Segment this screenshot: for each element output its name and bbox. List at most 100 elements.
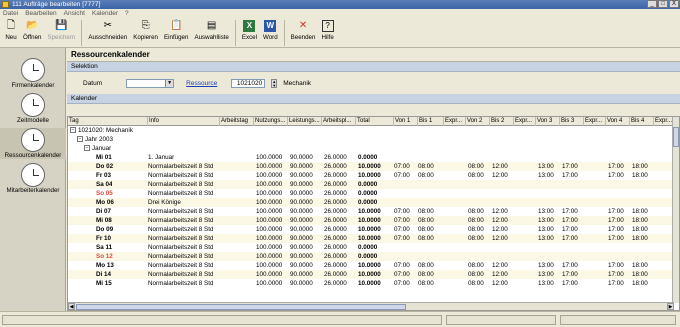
scroll-thumb[interactable] bbox=[76, 304, 406, 310]
day-cell: So 12 bbox=[96, 253, 113, 260]
ressource-spinner[interactable]: ▲ ▼ bbox=[271, 78, 278, 88]
calendar-grid[interactable]: Tag Info Arbeitstag Nutzungs... Leistungs...… bbox=[67, 116, 680, 311]
column-header[interactable]: Tag bbox=[68, 117, 148, 126]
column-header[interactable]: Leistungs... bbox=[288, 117, 322, 126]
status-bar bbox=[0, 311, 680, 327]
scroll-thumb[interactable] bbox=[673, 127, 679, 147]
ressource-link[interactable]: Ressource bbox=[186, 80, 217, 87]
new-document-icon: 🗋 bbox=[6, 20, 16, 31]
total-cell: 10.0000 bbox=[358, 163, 381, 170]
column-header[interactable]: Expr... bbox=[654, 117, 674, 126]
scroll-left-icon[interactable]: ◀ bbox=[68, 303, 75, 310]
maximize-button[interactable]: □ bbox=[658, 0, 668, 8]
grid-header: Tag Info Arbeitstag Nutzungs... Leistungs...… bbox=[68, 117, 674, 126]
table-row[interactable]: Mo 13 Normalarbeitszeit 8 Std 100.0000 90.0… bbox=[68, 261, 674, 270]
column-header[interactable]: Von 2 bbox=[466, 117, 490, 126]
table-row[interactable]: Sa 04 Normalarbeitszeit 8 Std 100.0000 90.0… bbox=[68, 180, 674, 189]
save-disk-button[interactable]: 💾 Speichern bbox=[44, 18, 78, 47]
scroll-right-icon[interactable]: ▶ bbox=[667, 303, 674, 310]
table-row[interactable]: So 12 Normalarbeitszeit 8 Std 100.0000 90.0… bbox=[68, 252, 674, 261]
table-row[interactable]: Mi 01 1. Januar 100.0000 90.0000 26.0000 0.00… bbox=[68, 153, 674, 162]
word-button[interactable]: W Word bbox=[260, 18, 281, 47]
tree-month[interactable]: − Januar bbox=[84, 144, 111, 153]
close-button[interactable]: X bbox=[669, 0, 679, 8]
toolbar-label: Speichern bbox=[47, 34, 76, 41]
day-cell: Mo 13 bbox=[96, 262, 114, 269]
collapse-icon[interactable]: − bbox=[77, 136, 83, 143]
leistungsgrad-cell: 90.0000 bbox=[290, 181, 313, 188]
table-row[interactable]: Sa 11 Normalarbeitszeit 8 Std 100.0000 90.0… bbox=[68, 243, 674, 252]
column-header[interactable]: Nutzungs... bbox=[254, 117, 288, 126]
scissors-button[interactable]: ✂ Ausschneiden bbox=[85, 18, 130, 47]
column-header[interactable]: Arbeitstag bbox=[220, 117, 254, 126]
close-x-button[interactable]: ✕ Beenden bbox=[288, 18, 319, 47]
column-header[interactable]: Von 4 bbox=[606, 117, 630, 126]
info-cell: Normalarbeitszeit 8 Std bbox=[148, 226, 214, 233]
toolbar-label: Neu bbox=[5, 34, 17, 41]
menu-kalender[interactable]: Kalender bbox=[92, 9, 118, 18]
table-row[interactable]: Do 09 Normalarbeitszeit 8 Std 100.0000 90.0… bbox=[68, 225, 674, 234]
von1-cell: 07:00 bbox=[394, 208, 410, 215]
table-row[interactable]: So 05 Normalarbeitszeit 8 Std 100.0000 90.0… bbox=[68, 189, 674, 198]
open-folder-icon: 📂 bbox=[26, 20, 39, 31]
day-cell: Do 09 bbox=[96, 226, 114, 233]
tree-resource[interactable]: −1021020: Mechanik bbox=[70, 126, 133, 135]
column-header[interactable]: Expr... bbox=[444, 117, 466, 126]
table-row[interactable]: Mo 06 Drei Könige 100.0000 90.0000 26.0000 0.… bbox=[68, 198, 674, 207]
table-row[interactable]: Di 14 Normalarbeitszeit 8 Std 100.0000 90.0… bbox=[68, 270, 674, 279]
list-button[interactable]: ▤ Auswahlliste bbox=[191, 18, 231, 47]
collapse-icon[interactable]: − bbox=[70, 127, 76, 134]
column-header[interactable]: Expr... bbox=[514, 117, 536, 126]
column-header[interactable]: Bis 1 bbox=[418, 117, 444, 126]
table-row[interactable]: Mi 08 Normalarbeitszeit 8 Std 100.0000 90.0… bbox=[68, 216, 674, 225]
info-cell: Normalarbeitszeit 8 Std bbox=[148, 280, 214, 287]
chevron-down-icon[interactable]: ▼ bbox=[165, 79, 174, 87]
column-header[interactable]: Expr... bbox=[584, 117, 606, 126]
paste-button[interactable]: 📋 Einfügen bbox=[161, 18, 191, 47]
nutzungsgrad-cell: 100.0000 bbox=[256, 280, 283, 287]
open-folder-button[interactable]: 📂 Öffnen bbox=[20, 18, 44, 47]
column-header[interactable]: Bis 2 bbox=[490, 117, 514, 126]
help-button[interactable]: ? Hilfe bbox=[318, 18, 336, 47]
tree-year[interactable]: − Jahr 2003 bbox=[77, 135, 113, 144]
bis3-cell: 17:00 bbox=[562, 262, 578, 269]
table-row[interactable]: Do 02 Normalarbeitszeit 8 Std 100.0000 90.0… bbox=[68, 162, 674, 171]
sidebar-item-zeitmodelle[interactable]: Zeitmodelle bbox=[0, 93, 66, 124]
table-row[interactable]: Fr 10 Normalarbeitszeit 8 Std 100.0000 90.0… bbox=[68, 234, 674, 243]
table-row[interactable]: Fr 03 Normalarbeitszeit 8 Std 100.0000 90.0… bbox=[68, 171, 674, 180]
bis2-cell: 12:00 bbox=[492, 208, 508, 215]
total-cell: 10.0000 bbox=[358, 208, 381, 215]
collapse-icon[interactable]: − bbox=[84, 145, 90, 152]
copy-button[interactable]: ⎘ Kopieren bbox=[130, 18, 161, 47]
von4-cell: 17:00 bbox=[608, 208, 624, 215]
bis2-cell: 12:00 bbox=[492, 226, 508, 233]
nutzungsgrad-cell: 100.0000 bbox=[256, 271, 283, 278]
datum-combo[interactable]: ▼ bbox=[126, 78, 175, 88]
table-row[interactable]: Mi 15 Normalarbeitszeit 8 Std 100.0000 90.0… bbox=[68, 279, 674, 288]
minimize-button[interactable]: _ bbox=[647, 0, 657, 8]
column-header[interactable]: Bis 3 bbox=[560, 117, 584, 126]
menu-bearbeiten[interactable]: Bearbeiten bbox=[25, 9, 56, 18]
column-header[interactable]: Info bbox=[148, 117, 220, 126]
day-cell: Sa 04 bbox=[96, 181, 113, 188]
menu-help[interactable]: ? bbox=[125, 9, 129, 18]
sidebar-item-firmenkalender[interactable]: Firmenkalender bbox=[0, 58, 66, 89]
leistungsgrad-cell: 90.0000 bbox=[290, 235, 313, 242]
horizontal-scrollbar[interactable]: ◀ ▶ bbox=[68, 302, 674, 310]
new-document-button[interactable]: 🗋 Neu bbox=[2, 18, 20, 47]
column-header[interactable]: Total bbox=[356, 117, 394, 126]
table-row[interactable]: Di 07 Normalarbeitszeit 8 Std 100.0000 90.0… bbox=[68, 207, 674, 216]
vertical-scrollbar[interactable] bbox=[672, 117, 679, 303]
tree-month-label: Januar bbox=[92, 145, 112, 152]
sidebar-item-mitarbeiterkalender[interactable]: Mitarbeiterkalender bbox=[0, 163, 66, 194]
column-header[interactable]: Bis 4 bbox=[630, 117, 654, 126]
menu-ansicht[interactable]: Ansicht bbox=[64, 9, 85, 18]
ressource-input[interactable]: 1021020 bbox=[231, 78, 266, 88]
von1-cell: 07:00 bbox=[394, 163, 410, 170]
sidebar-item-ressourcenkalender[interactable]: Ressourcenkalender bbox=[0, 128, 66, 159]
column-header[interactable]: Von 1 bbox=[394, 117, 418, 126]
menu-datei[interactable]: Datei bbox=[3, 9, 18, 18]
column-header[interactable]: Von 3 bbox=[536, 117, 560, 126]
excel-button[interactable]: X Excel bbox=[239, 18, 260, 47]
column-header[interactable]: Arbeitspl... bbox=[322, 117, 356, 126]
